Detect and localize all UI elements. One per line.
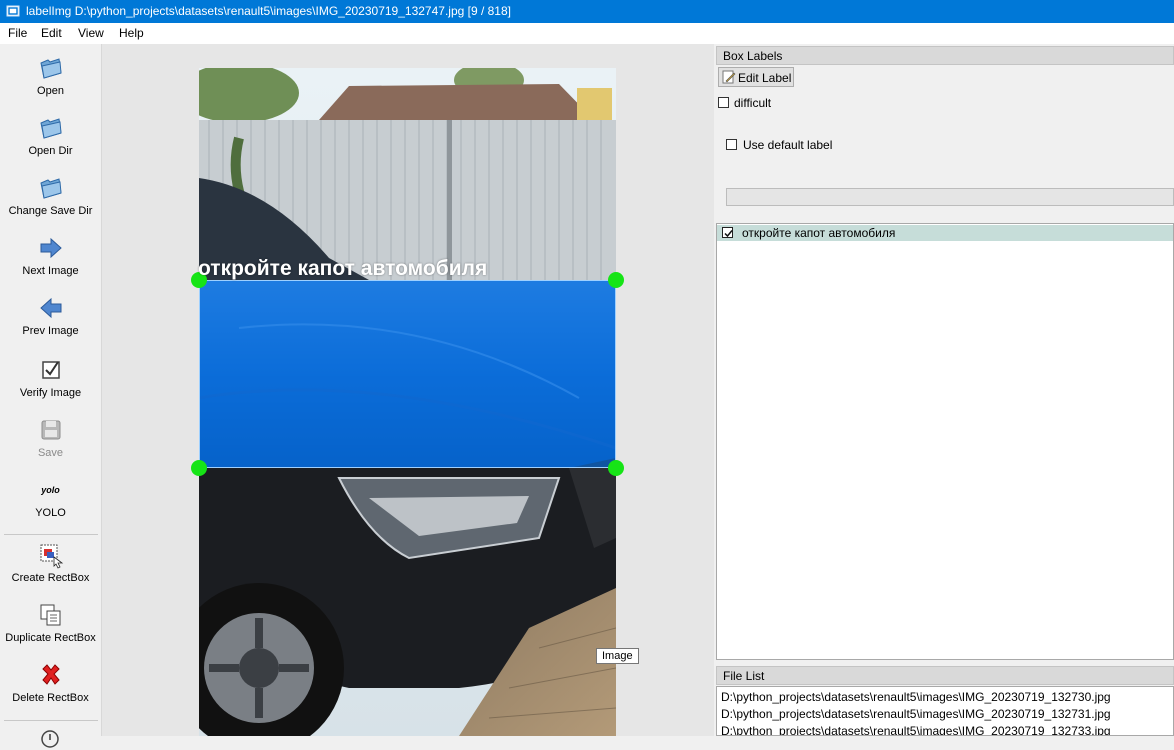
delete-x-icon [41,664,60,685]
labelimg-app-icon [6,5,20,17]
file-list-item[interactable]: D:\python_projects\datasets\renault5\ima… [721,724,1111,735]
duplicate-icon [40,604,60,626]
format-yolo-button[interactable]: yolo YOLO [0,476,101,519]
floppy-disk-icon [41,420,60,440]
yolo-format-icon: yolo [41,485,60,495]
checkmark-icon [724,230,733,238]
bounding-box[interactable] [199,280,616,468]
bbox-handle-bottom-left[interactable] [191,460,207,476]
save-button[interactable]: Save [0,416,101,459]
use-default-label-text: Use default label [743,138,833,152]
title-bar: labelImg D:\python_projects\datasets\ren… [0,0,1174,23]
label-item-text: откройте капот автомобиля [742,226,896,240]
duplicate-rectbox-label: Duplicate RectBox [5,632,96,644]
duplicate-rectbox-button[interactable]: Duplicate RectBox [0,601,101,644]
folder-open-icon [39,178,62,199]
verify-image-button[interactable]: Verify Image [0,356,101,399]
edit-label-text: Edit Label [738,71,792,85]
bbox-handle-top-right[interactable] [608,272,624,288]
file-list-item[interactable]: D:\python_projects\datasets\renault5\ima… [721,707,1111,721]
canvas-tooltip: Image [596,648,639,664]
create-rectbox-label: Create RectBox [11,572,90,584]
bbox-label-text: откройте капот автомобиля [198,257,488,280]
label-list-item[interactable]: откройте капот автомобиля [717,225,1173,241]
arrow-left-icon [39,297,61,319]
box-labels-title: Box Labels [723,49,783,63]
box-labels-dock-title: Box Labels [716,46,1174,65]
image-canvas[interactable]: откройте капот автомобиля Image [102,44,714,736]
file-list-dock-title: File List [716,666,1174,685]
use-default-label-checkbox[interactable] [726,139,737,150]
delete-rectbox-label: Delete RectBox [12,692,89,704]
file-list-item[interactable]: D:\python_projects\datasets\renault5\ima… [721,690,1111,704]
open-label: Open [37,85,64,97]
difficult-label: difficult [734,96,772,110]
difficult-checkbox[interactable] [718,97,729,108]
create-rectbox-icon [40,544,63,569]
prev-image-label: Prev Image [22,325,79,337]
menu-help[interactable]: Help [119,26,144,40]
label-item-checkbox[interactable] [722,227,733,238]
format-label: YOLO [35,507,66,519]
file-list-title: File List [723,669,765,683]
open-button[interactable]: Open [0,54,101,97]
menu-file[interactable]: File [8,26,27,40]
window-title: labelImg D:\python_projects\datasets\ren… [26,4,511,18]
verify-image-label: Verify Image [19,387,82,399]
toolbar-separator [4,534,98,535]
right-panel: Box Labels Edit Label difficult Use defa… [714,44,1174,736]
next-image-label: Next Image [22,265,79,277]
bbox-handle-bottom-right[interactable] [608,460,624,476]
open-dir-label: Open Dir [28,145,73,157]
save-label: Save [37,447,64,459]
checkbox-verify-icon [41,361,60,379]
toolbar-separator [4,720,98,721]
open-dir-button[interactable]: Open Dir [0,114,101,157]
default-label-combobox[interactable] [726,188,1174,206]
change-save-dir-label: Change Save Dir [8,205,93,217]
folder-open-icon [39,58,62,79]
menu-view[interactable]: View [78,26,104,40]
pencil-icon [722,70,736,84]
delete-rectbox-button[interactable]: Delete RectBox [0,661,101,704]
file-list[interactable]: D:\python_projects\datasets\renault5\ima… [716,686,1174,736]
arrow-right-icon [40,237,62,259]
next-image-button[interactable]: Next Image [0,234,101,277]
prev-image-button[interactable]: Prev Image [0,294,101,337]
more-tools-icon[interactable] [39,728,61,750]
folder-open-icon [39,118,62,139]
edit-label-button[interactable]: Edit Label [718,67,794,87]
create-rectbox-button[interactable]: Create RectBox [0,541,101,584]
label-list[interactable]: откройте капот автомобиля [716,223,1174,660]
menu-edit[interactable]: Edit [41,26,62,40]
menu-bar: File Edit View Help [0,23,1174,44]
change-save-dir-button[interactable]: Change Save Dir [0,174,101,217]
toolbar: Open Open Dir Change Save Dir Next Image… [0,44,102,748]
